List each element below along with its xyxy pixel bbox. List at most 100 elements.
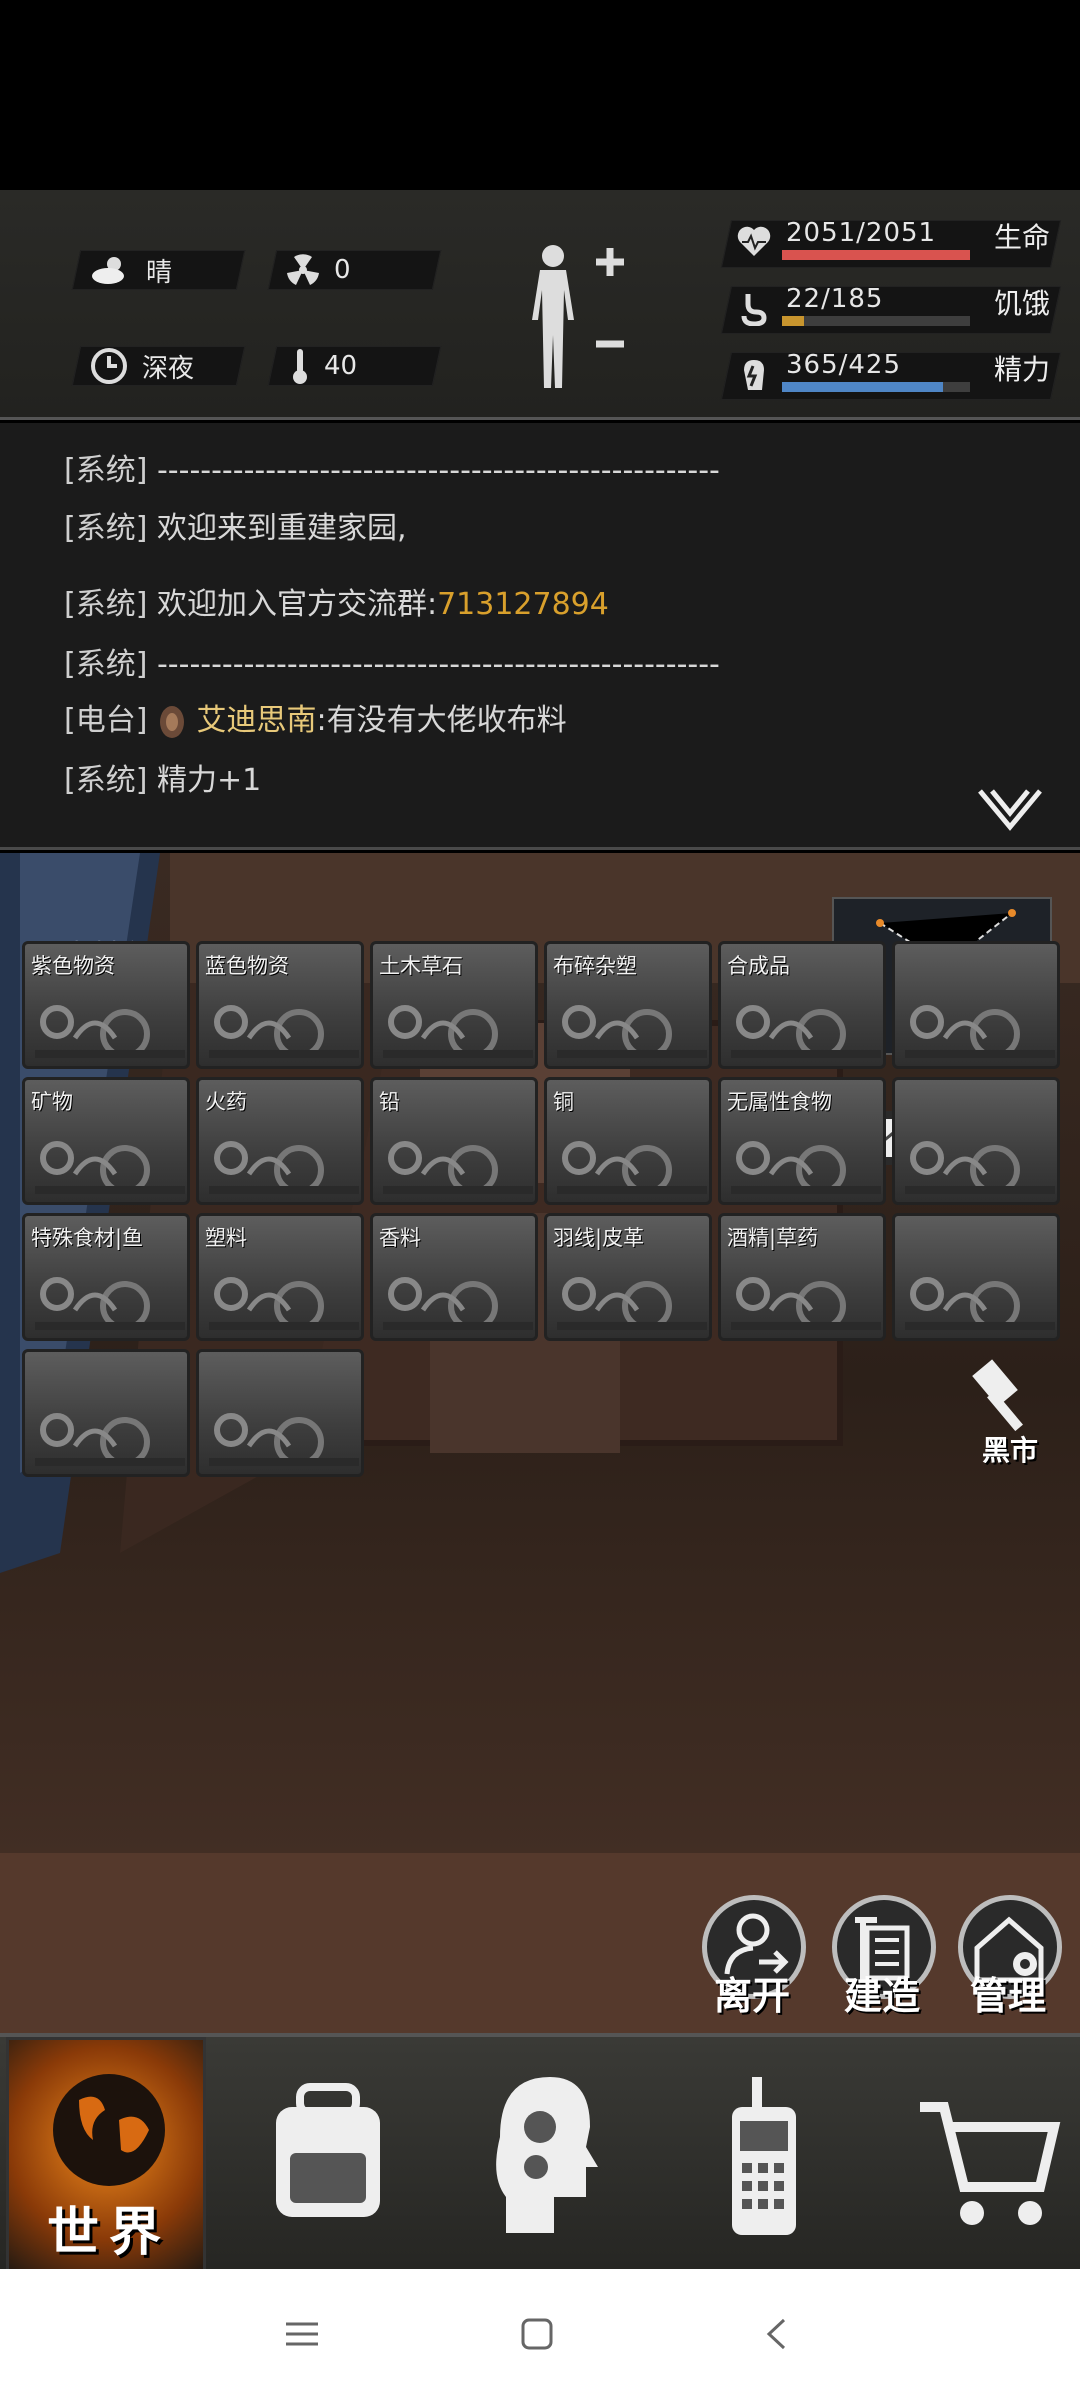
crate-label: 香料 xyxy=(379,1226,421,1250)
crate-gear-icon xyxy=(731,1141,881,1194)
radiation-icon xyxy=(286,253,320,287)
crate-gear-icon xyxy=(557,1277,707,1330)
storage-crate[interactable]: 酒精|草药 xyxy=(718,1213,886,1341)
crate-gear-icon xyxy=(557,1005,707,1058)
nav-radio[interactable] xyxy=(660,2037,860,2273)
energy-fist-icon xyxy=(736,356,772,392)
home-scene: 投老村家 营地 活动 黑市 紫色物资蓝色物资土木草石布碎杂塑合成品矿物火药铅铜无… xyxy=(0,853,1080,2033)
globe-icon xyxy=(53,2074,165,2186)
heart-pulse-icon xyxy=(736,224,772,260)
storage-crate[interactable]: 铅 xyxy=(370,1077,538,1205)
health-label: 生命 xyxy=(994,221,1051,254)
backpack-icon xyxy=(276,2083,380,2217)
nav-world[interactable]: 世界 xyxy=(6,2037,206,2273)
health-bar-fill xyxy=(782,250,970,260)
back-icon[interactable] xyxy=(764,2317,788,2351)
health-value: 2051/2051 xyxy=(786,218,937,248)
bottom-navigation: 世界 xyxy=(0,2033,1080,2273)
log-line: [电台] 艾迪思南:有没有大佬收布料 xyxy=(64,695,567,741)
hunger-bar-fill xyxy=(782,316,805,326)
leave-label: 离开 xyxy=(714,1974,791,2018)
energy-value: 365/425 xyxy=(786,350,902,380)
health-bar xyxy=(782,250,970,260)
crate-gear-icon xyxy=(383,1141,533,1194)
crate-gear-icon xyxy=(35,1141,185,1194)
build-label: 建造 xyxy=(844,1974,921,2018)
energy-label: 精力 xyxy=(994,353,1051,386)
time-of-day: 深夜 xyxy=(142,353,195,384)
storage-crate[interactable]: 香料 xyxy=(370,1213,538,1341)
crate-gear-icon xyxy=(383,1005,533,1058)
black-market-label: 黑市 xyxy=(981,1434,1038,1467)
expand-log-chevron-icon[interactable] xyxy=(976,787,1044,837)
storage-crate[interactable]: 火药 xyxy=(196,1077,364,1205)
home-icon[interactable] xyxy=(520,2317,554,2351)
crate-label: 合成品 xyxy=(727,954,790,978)
storage-crate[interactable]: 矿物 xyxy=(22,1077,190,1205)
radio-avatar-icon xyxy=(157,703,187,741)
nav-world-label: 世界 xyxy=(46,2203,171,2263)
crate-label: 铅 xyxy=(379,1090,400,1114)
storage-crate[interactable] xyxy=(196,1349,364,1477)
crate-label: 塑料 xyxy=(205,1226,247,1250)
black-market-button[interactable]: 黑市 xyxy=(960,1353,1060,1473)
radio-speaker[interactable]: 艾迪思南 xyxy=(197,703,317,738)
group-number[interactable]: 713127894 xyxy=(437,587,609,622)
walkie-talkie-icon xyxy=(732,2077,796,2235)
energy-bar xyxy=(782,382,970,392)
menu-icon[interactable] xyxy=(282,2319,322,2349)
crate-label: 矿物 xyxy=(31,1090,73,1114)
radiation-value: 0 xyxy=(334,255,351,285)
storage-crate[interactable]: 羽线|皮革 xyxy=(544,1213,712,1341)
storage-crate[interactable] xyxy=(892,1077,1060,1205)
message-log[interactable]: [系统] -----------------------------------… xyxy=(0,423,1080,850)
crate-gear-icon xyxy=(209,1413,359,1466)
storage-crate[interactable] xyxy=(22,1349,190,1477)
log-line: [系统] -----------------------------------… xyxy=(64,647,720,682)
status-bar xyxy=(0,0,1080,190)
storage-crate[interactable] xyxy=(892,1213,1060,1341)
crate-label: 无属性食物 xyxy=(727,1090,832,1114)
storage-crate[interactable]: 土木草石 xyxy=(370,941,538,1069)
nav-shop[interactable] xyxy=(880,2037,1080,2273)
thermometer-icon xyxy=(290,347,310,385)
crate-gear-icon xyxy=(731,1277,881,1330)
clock-icon xyxy=(90,347,128,385)
crate-gear-icon xyxy=(731,1005,881,1058)
log-line: [系统] 欢迎来到重建家园, xyxy=(64,511,407,546)
crate-gear-icon xyxy=(557,1141,707,1194)
crate-label: 布碎杂塑 xyxy=(553,954,637,978)
crate-gear-icon xyxy=(905,1005,1055,1058)
storage-crate[interactable] xyxy=(892,941,1060,1069)
crate-label: 羽线|皮革 xyxy=(553,1226,645,1250)
nav-backpack[interactable] xyxy=(226,2037,426,2273)
crate-label: 铜 xyxy=(553,1090,574,1114)
crate-gear-icon xyxy=(35,1277,185,1330)
log-line: [系统] -----------------------------------… xyxy=(64,453,720,488)
hunger-label: 饥饿 xyxy=(994,287,1051,320)
storage-crate[interactable]: 特殊食材|鱼 xyxy=(22,1213,190,1341)
storage-crate[interactable]: 铜 xyxy=(544,1077,712,1205)
hunger-value: 22/185 xyxy=(786,284,884,314)
storage-crate[interactable]: 布碎杂塑 xyxy=(544,941,712,1069)
hunger-bar xyxy=(782,316,970,326)
body-status-figure[interactable] xyxy=(518,240,628,390)
storage-crate[interactable]: 蓝色物资 xyxy=(196,941,364,1069)
crate-label: 火药 xyxy=(205,1090,247,1114)
shopping-cart-icon xyxy=(920,2102,1061,2225)
crate-label: 土木草石 xyxy=(379,954,463,978)
temperature-value: 40 xyxy=(324,351,358,381)
stomach-icon xyxy=(736,290,772,326)
nav-skills[interactable] xyxy=(440,2037,640,2273)
crate-gear-icon xyxy=(383,1277,533,1330)
storage-crate[interactable]: 紫色物资 xyxy=(22,941,190,1069)
storage-crate[interactable]: 合成品 xyxy=(718,941,886,1069)
storage-crate[interactable]: 塑料 xyxy=(196,1213,364,1341)
storage-crate[interactable]: 无属性食物 xyxy=(718,1077,886,1205)
hud-panel: 晴 0 深夜 40 2051/2051 生命 22/185 饥饿 365/425… xyxy=(0,190,1080,420)
log-line: [系统] 精力+1 xyxy=(64,763,262,798)
manage-label: 管理 xyxy=(970,1974,1047,2018)
crate-label: 特殊食材|鱼 xyxy=(31,1226,144,1250)
crate-gear-icon xyxy=(35,1413,185,1466)
crate-gear-icon xyxy=(209,1005,359,1058)
